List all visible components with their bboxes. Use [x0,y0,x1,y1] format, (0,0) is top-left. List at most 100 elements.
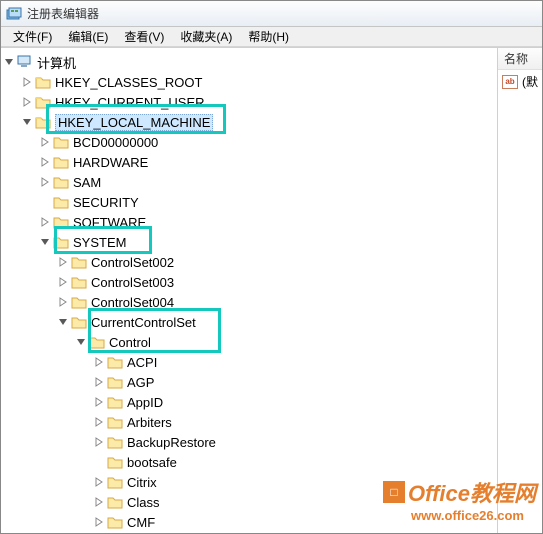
tree-label: bootsafe [127,455,177,470]
folder-icon [107,355,123,369]
computer-icon [17,55,33,69]
value-row-default[interactable]: ab (默 [498,70,542,93]
expand-icon[interactable] [39,136,51,148]
regedit-icon [6,6,22,22]
collapse-icon[interactable] [39,236,51,248]
expand-icon[interactable] [93,516,105,528]
folder-icon [107,395,123,409]
menu-edit[interactable]: 编辑(E) [60,26,116,47]
folder-icon [89,335,105,349]
tree-node-cs3[interactable]: ControlSet003 [57,272,497,292]
tree-node-backuprestore[interactable]: BackupRestore [93,432,497,452]
string-value-icon: ab [502,75,518,89]
collapse-icon[interactable] [57,316,69,328]
expand-icon[interactable] [93,436,105,448]
tree-node-ccs[interactable]: CurrentControlSet [57,312,497,332]
tree-label: HKEY_LOCAL_MACHINE [55,114,213,131]
tree-label: SAM [73,175,101,190]
expand-icon[interactable] [21,76,33,88]
tree-node-agp[interactable]: AGP [93,372,497,392]
folder-icon [35,95,51,109]
folder-icon [35,115,51,129]
tree-node-system[interactable]: SYSTEM [39,232,497,252]
menu-view[interactable]: 查看(V) [116,26,172,47]
expand-icon[interactable] [93,496,105,508]
values-pane[interactable]: 名称 ab (默 [498,47,542,533]
tree-label: ControlSet004 [91,295,174,310]
folder-icon [53,215,69,229]
menubar: 文件(F) 编辑(E) 查看(V) 收藏夹(A) 帮助(H) [1,27,542,47]
tree-node-citrix[interactable]: Citrix [93,472,497,492]
tree-label: ControlSet003 [91,275,174,290]
tree-label: CurrentControlSet [91,315,196,330]
folder-icon [107,515,123,529]
folder-icon [107,415,123,429]
tree-node-class[interactable]: Class [93,492,497,512]
tree-node-hklm[interactable]: HKEY_LOCAL_MACHINE [21,112,497,132]
expand-icon[interactable] [57,296,69,308]
tree-node-security[interactable]: SECURITY [39,192,497,212]
tree-label: BCD00000000 [73,135,158,150]
expand-icon[interactable] [39,216,51,228]
tree-node-hkcr[interactable]: HKEY_CLASSES_ROOT [21,72,497,92]
tree-node-sam[interactable]: SAM [39,172,497,192]
tree-label: SYSTEM [73,235,126,250]
expand-icon[interactable] [39,176,51,188]
tree-node-acpi[interactable]: ACPI [93,352,497,372]
tree-label: AGP [127,375,154,390]
tree-label: CMF [127,515,155,530]
expand-icon[interactable] [93,396,105,408]
tree-label: Arbiters [127,415,172,430]
expand-icon[interactable] [57,256,69,268]
folder-icon [107,375,123,389]
expand-icon[interactable] [21,96,33,108]
tree-node-hkcu[interactable]: HKEY_CURRENT_USER [21,92,497,112]
menu-favorites[interactable]: 收藏夹(A) [172,26,240,47]
column-header-name[interactable]: 名称 [498,48,542,70]
tree-label: SECURITY [73,195,139,210]
folder-icon [107,475,123,489]
tree-node-cs4[interactable]: ControlSet004 [57,292,497,312]
tree-node-bcd[interactable]: BCD00000000 [39,132,497,152]
menu-file[interactable]: 文件(F) [5,26,60,47]
folder-icon [53,155,69,169]
folder-icon [107,435,123,449]
expand-icon[interactable] [93,416,105,428]
collapse-icon[interactable] [21,116,33,128]
tree-label: ControlSet002 [91,255,174,270]
folder-icon [53,195,69,209]
folder-icon [53,175,69,189]
window-title: 注册表编辑器 [27,5,99,22]
tree-label: SOFTWARE [73,215,146,230]
value-name: (默 [522,73,538,90]
collapse-icon[interactable] [75,336,87,348]
tree-label: HARDWARE [73,155,148,170]
expand-icon[interactable] [93,356,105,368]
tree-label: AppID [127,395,163,410]
menu-help[interactable]: 帮助(H) [240,26,297,47]
folder-icon [71,315,87,329]
tree-node-software[interactable]: SOFTWARE [39,212,497,232]
folder-icon [71,255,87,269]
tree-node-cmf[interactable]: CMF [93,512,497,532]
tree-pane[interactable]: 计算机 HKEY_CLASSES_ROOT HKEY_CURRENT_USER [1,47,498,533]
tree-node-computer[interactable]: 计算机 [3,52,497,72]
tree-label: HKEY_CURRENT_USER [55,95,205,110]
folder-icon [107,495,123,509]
expand-icon[interactable] [39,156,51,168]
tree-label: 计算机 [37,53,76,72]
tree-label: ACPI [127,355,157,370]
expand-icon[interactable] [57,276,69,288]
folder-icon [53,135,69,149]
tree-node-bootsafe[interactable]: bootsafe [93,452,497,472]
folder-icon [71,295,87,309]
tree-node-appid[interactable]: AppID [93,392,497,412]
tree-label: BackupRestore [127,435,216,450]
expand-icon[interactable] [93,376,105,388]
tree-node-hardware[interactable]: HARDWARE [39,152,497,172]
tree-node-control[interactable]: Control [75,332,497,352]
expand-icon[interactable] [93,476,105,488]
collapse-icon[interactable] [3,56,15,68]
tree-node-cs2[interactable]: ControlSet002 [57,252,497,272]
tree-node-arbiters[interactable]: Arbiters [93,412,497,432]
